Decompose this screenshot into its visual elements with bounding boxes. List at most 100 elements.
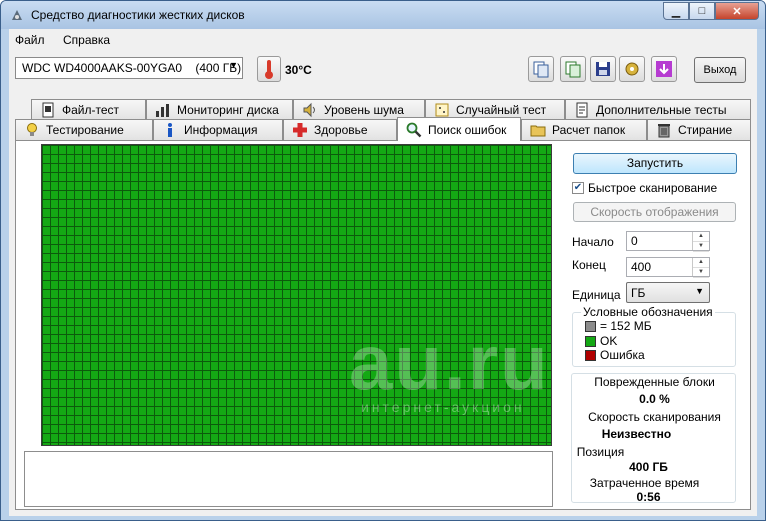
copy-icon	[533, 61, 549, 78]
quick-scan-checkbox[interactable]: ✔	[572, 182, 584, 194]
unit-select[interactable]: ГБ ▼	[626, 282, 710, 303]
save-icon	[596, 62, 610, 76]
health-cross-icon	[293, 123, 307, 137]
quick-scan-label: Быстрое сканирование	[588, 181, 718, 195]
folder-icon	[530, 125, 546, 137]
legend-item-error: Ошибка	[585, 348, 645, 362]
tab-row-back: Файл-тест Мониторинг диска Уровень шума …	[31, 99, 751, 121]
unit-select-value: ГБ	[631, 286, 646, 300]
quick-scan-option[interactable]: ✔ Быстрое сканирование	[572, 181, 717, 195]
tab-label: Здоровье	[314, 123, 368, 137]
spin-up-icon[interactable]: ▲	[693, 232, 709, 242]
legend-label: OK	[600, 334, 618, 348]
legend-group: Условные обозначения = 152 МБ OK Ошибка	[572, 305, 736, 367]
tab-label: Поиск ошибок	[428, 122, 507, 137]
end-field-label: Конец	[572, 258, 606, 272]
legend-label: = 152 МБ	[600, 319, 652, 333]
speaker-icon	[303, 102, 315, 118]
spin-up-icon[interactable]: ▲	[693, 258, 709, 268]
menu-file[interactable]: Файл	[15, 33, 45, 47]
green-swatch	[585, 335, 596, 347]
scan-speed-value: Неизвестно	[601, 427, 672, 441]
watermark-subtitle: интернет-аукцион	[361, 399, 525, 415]
trash-icon	[658, 124, 670, 138]
copy-button[interactable]	[528, 56, 554, 82]
tab-label: Тестирование	[46, 123, 124, 137]
file-test-icon	[42, 102, 54, 118]
tab-file-test[interactable]: Файл-тест	[31, 99, 146, 120]
tab-extra-tests[interactable]: Дополнительные тесты	[565, 99, 751, 120]
menu-help[interactable]: Справка	[63, 33, 110, 47]
chevron-down-icon: ▼	[229, 60, 238, 70]
tab-error-scan[interactable]: Поиск ошибок	[397, 117, 521, 141]
close-button[interactable]: ✕	[715, 2, 759, 20]
grey-swatch	[585, 320, 596, 332]
display-speed-button[interactable]: Скорость отображения	[573, 202, 736, 222]
window-controls: ▁ □ ✕	[663, 2, 759, 21]
lightbulb-icon	[27, 123, 37, 136]
download-button[interactable]	[651, 56, 677, 82]
start-spinner[interactable]: ▲ ▼	[692, 232, 709, 252]
tab-label: Стирание	[678, 123, 733, 137]
end-field-value: 400	[631, 260, 652, 274]
tab-label: Расчет папок	[552, 123, 626, 137]
tab-label: Информация	[184, 123, 258, 137]
elapsed-time-value: 0:56	[636, 490, 661, 504]
tools-button[interactable]	[619, 56, 645, 82]
tab-disk-monitoring[interactable]: Мониторинг диска	[146, 99, 293, 120]
scan-speed-label: Скорость сканирования	[588, 410, 721, 424]
tab-testing[interactable]: Тестирование	[15, 119, 153, 140]
copy-report-button[interactable]	[560, 56, 586, 82]
red-swatch	[585, 349, 596, 361]
tab-folder-calc[interactable]: Расчет папок	[521, 119, 647, 140]
tab-label: Дополнительные тесты	[596, 103, 727, 117]
tab-erase[interactable]: Стирание	[647, 119, 751, 140]
close-icon: ✕	[732, 5, 742, 18]
drive-select-value: WDC WD4000AAKS-00YGA0 (400 ГБ)	[22, 61, 242, 75]
magnifier-icon	[406, 122, 422, 137]
tools-icon	[625, 62, 639, 76]
legend-item-ok: OK	[585, 334, 617, 348]
tab-label: Файл-тест	[62, 103, 120, 117]
tab-label: Случайный тест	[456, 103, 547, 117]
info-icon	[168, 123, 172, 137]
maximize-button[interactable]: □	[689, 2, 715, 20]
title-bar: Средство диагностики жестких дисков ▁ □ …	[1, 1, 765, 29]
exit-button[interactable]: Выход	[694, 57, 746, 83]
app-window: Средство диагностики жестких дисков ▁ □ …	[0, 0, 766, 521]
tab-health[interactable]: Здоровье	[283, 119, 397, 140]
log-area[interactable]	[24, 451, 553, 507]
position-value: 400 ГБ	[629, 460, 668, 474]
minimize-icon: ▁	[671, 5, 681, 18]
legend-title: Условные обозначения	[581, 305, 715, 319]
damaged-blocks-label: Поврежденные блоки	[594, 375, 715, 389]
minimize-button[interactable]: ▁	[663, 2, 689, 20]
random-test-icon	[435, 103, 449, 117]
download-icon	[656, 61, 672, 77]
copy-report-icon	[565, 61, 581, 78]
save-button[interactable]	[590, 56, 616, 82]
end-field[interactable]: 400 ▲ ▼	[626, 257, 710, 278]
spin-down-icon[interactable]: ▼	[693, 242, 709, 252]
legend-item-block-size: = 152 МБ	[585, 319, 652, 333]
document-icon	[576, 102, 588, 118]
watermark: au.ru	[349, 318, 550, 406]
tab-row-front: Тестирование Информация Здоровье Поиск о…	[15, 117, 751, 141]
end-spinner[interactable]: ▲ ▼	[692, 258, 709, 278]
app-icon	[12, 10, 22, 20]
drive-select[interactable]: WDC WD4000AAKS-00YGA0 (400 ГБ) ▼	[15, 57, 243, 79]
temperature-value: 30°C	[285, 63, 312, 77]
tab-label: Уровень шума	[324, 103, 404, 117]
start-field[interactable]: 0 ▲ ▼	[626, 231, 710, 252]
start-field-label: Начало	[572, 235, 614, 249]
spin-down-icon[interactable]: ▼	[693, 268, 709, 278]
thermometer-icon	[265, 60, 273, 79]
temperature-button[interactable]	[257, 56, 281, 82]
tab-information[interactable]: Информация	[153, 119, 283, 140]
client-area: Файл Справка WDC WD4000AAKS-00YGA0 (400 …	[9, 29, 757, 516]
elapsed-time-label: Затраченное время	[589, 476, 700, 490]
start-button[interactable]: Запустить	[573, 153, 737, 174]
start-field-value: 0	[631, 234, 638, 248]
position-label: Позиция	[576, 445, 625, 459]
damaged-blocks-value: 0.0 %	[639, 392, 670, 406]
